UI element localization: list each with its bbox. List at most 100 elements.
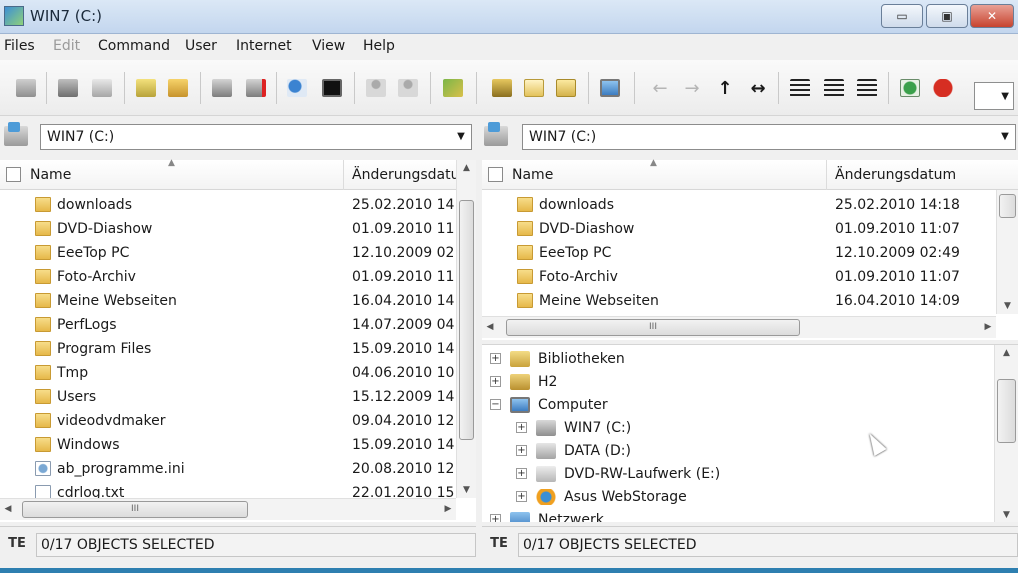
- menu-edit[interactable]: Edit: [53, 38, 80, 54]
- envelope-icon[interactable]: [554, 76, 578, 100]
- select-all-checkbox[interactable]: [6, 167, 21, 182]
- expand-icon[interactable]: +: [490, 353, 501, 364]
- file-name: Program Files: [57, 341, 152, 357]
- sort-list-icon[interactable]: [855, 76, 879, 100]
- file-name: PerfLogs: [57, 317, 117, 333]
- scroll-down-icon[interactable]: ▼: [457, 482, 476, 498]
- menu-view[interactable]: View: [312, 38, 345, 54]
- scroll-left-icon[interactable]: ◀: [0, 499, 16, 519]
- scroll-up-icon[interactable]: ▲: [457, 160, 476, 176]
- expand-icon[interactable]: +: [516, 491, 527, 502]
- tree-view-icon[interactable]: TE: [488, 533, 510, 555]
- left-horizontal-scrollbar[interactable]: ◀ III ▶: [0, 498, 456, 520]
- column-divider[interactable]: [826, 160, 827, 190]
- tree-item-data[interactable]: + DATA (D:): [482, 440, 994, 462]
- folder-icon: [35, 341, 51, 356]
- scroll-thumb[interactable]: III: [22, 501, 248, 518]
- column-divider[interactable]: [343, 160, 344, 190]
- right-drive-combo[interactable]: WIN7 (C:) ▼: [522, 124, 1016, 150]
- scroll-down-icon[interactable]: ▼: [997, 298, 1018, 314]
- arrow-swap-icon[interactable]: ↔: [746, 76, 770, 100]
- tree-view-icon[interactable]: TE: [6, 533, 28, 555]
- copy-files-icon[interactable]: [14, 76, 38, 100]
- scroll-thumb[interactable]: [997, 379, 1016, 443]
- column-date[interactable]: Änderungsdatum: [835, 160, 995, 190]
- folder-tree: + Bibliotheken + H2 − Computer + WIN7 (C…: [482, 344, 1018, 522]
- sort-up-icon[interactable]: [788, 76, 812, 100]
- file-name: ab_programme.ini: [57, 461, 185, 477]
- search-icon[interactable]: [285, 76, 309, 100]
- left-drive-combo[interactable]: WIN7 (C:) ▼: [40, 124, 472, 150]
- expand-icon[interactable]: +: [516, 468, 527, 479]
- scroll-up-icon[interactable]: ▲: [995, 345, 1018, 361]
- close-button[interactable]: ✕: [970, 4, 1014, 28]
- library-icon: [510, 351, 530, 367]
- column-name[interactable]: Name: [30, 160, 342, 190]
- tree-item-dvd[interactable]: + DVD-RW-Laufwerk (E:): [482, 463, 994, 485]
- cut-icon[interactable]: [90, 76, 114, 100]
- folder-icon: [35, 293, 51, 308]
- file-date: 01.09.2010 11: [352, 221, 455, 237]
- computer-icon[interactable]: [598, 76, 622, 100]
- file-date: 12.10.2009 02:49: [835, 245, 960, 261]
- cancel-icon[interactable]: [931, 76, 955, 100]
- user-icon[interactable]: [364, 76, 388, 100]
- drive-icon[interactable]: [4, 122, 28, 146]
- expand-icon[interactable]: +: [490, 514, 501, 522]
- tree-item-bibliotheken[interactable]: + Bibliotheken: [482, 348, 994, 370]
- terminal-icon[interactable]: [320, 76, 344, 100]
- arrow-up-icon[interactable]: ↑: [713, 76, 737, 100]
- menu-user[interactable]: User: [185, 38, 217, 54]
- sort-right-icon[interactable]: [822, 76, 846, 100]
- folder-icon: [517, 245, 533, 260]
- scroll-thumb[interactable]: [999, 194, 1016, 218]
- new-folder-icon[interactable]: [166, 76, 190, 100]
- scroll-down-icon[interactable]: ▼: [995, 507, 1018, 522]
- select-all-checkbox[interactable]: [488, 167, 503, 182]
- left-vertical-scrollbar[interactable]: ▲ ▼: [456, 160, 476, 498]
- edit-icon[interactable]: [441, 76, 465, 100]
- new-file-icon[interactable]: [134, 76, 158, 100]
- tree-item-computer[interactable]: − Computer: [482, 394, 994, 416]
- drive-icon[interactable]: [484, 122, 508, 146]
- tree-vertical-scrollbar[interactable]: ▲ ▼: [994, 345, 1018, 522]
- left-drive-value: WIN7 (C:): [47, 129, 115, 145]
- expand-icon[interactable]: +: [516, 445, 527, 456]
- folder-icon: [517, 269, 533, 284]
- menu-command[interactable]: Command: [98, 38, 170, 54]
- file-name: Users: [57, 389, 97, 405]
- scroll-thumb[interactable]: [459, 200, 474, 440]
- scroll-thumb[interactable]: III: [506, 319, 800, 336]
- file-name: cdrlog.txt: [57, 485, 125, 498]
- collapse-icon[interactable]: −: [490, 399, 501, 410]
- pack-icon[interactable]: [490, 76, 514, 100]
- toolbar-dropdown[interactable]: ▼: [974, 82, 1014, 110]
- tree-item-win7[interactable]: + WIN7 (C:): [482, 417, 994, 439]
- tree-item-asus-webstorage[interactable]: + Asus WebStorage: [482, 486, 994, 508]
- right-vertical-scrollbar[interactable]: ▼: [996, 190, 1018, 314]
- tree-item-netzwerk[interactable]: + Netzwerk: [482, 509, 994, 522]
- expand-icon[interactable]: +: [516, 422, 527, 433]
- arrow-left-icon[interactable]: ←: [648, 76, 672, 100]
- tree-item-h2[interactable]: + H2: [482, 371, 994, 393]
- menu-help[interactable]: Help: [363, 38, 395, 54]
- network-drive-icon[interactable]: [210, 76, 234, 100]
- arrow-right-icon[interactable]: →: [680, 76, 704, 100]
- scroll-right-icon[interactable]: ▶: [440, 499, 456, 519]
- column-date[interactable]: Änderungsdatum: [352, 160, 456, 190]
- column-name[interactable]: Name: [512, 160, 824, 190]
- print-icon[interactable]: [56, 76, 80, 100]
- mail-icon[interactable]: [522, 76, 546, 100]
- disconnect-drive-icon[interactable]: [244, 76, 268, 100]
- menu-internet[interactable]: Internet: [236, 38, 292, 54]
- expand-icon[interactable]: +: [490, 376, 501, 387]
- refresh-icon[interactable]: [898, 76, 922, 100]
- scroll-right-icon[interactable]: ▶: [980, 317, 996, 337]
- menu-files[interactable]: Files: [4, 38, 35, 54]
- right-horizontal-scrollbar[interactable]: ◀ III ▶: [482, 316, 996, 338]
- maximize-button[interactable]: ▣: [926, 4, 968, 28]
- user-up-icon[interactable]: [396, 76, 420, 100]
- menu-bar: Files Edit Command User Internet View He…: [0, 34, 1018, 60]
- minimize-button[interactable]: ▭: [881, 4, 923, 28]
- scroll-left-icon[interactable]: ◀: [482, 317, 498, 337]
